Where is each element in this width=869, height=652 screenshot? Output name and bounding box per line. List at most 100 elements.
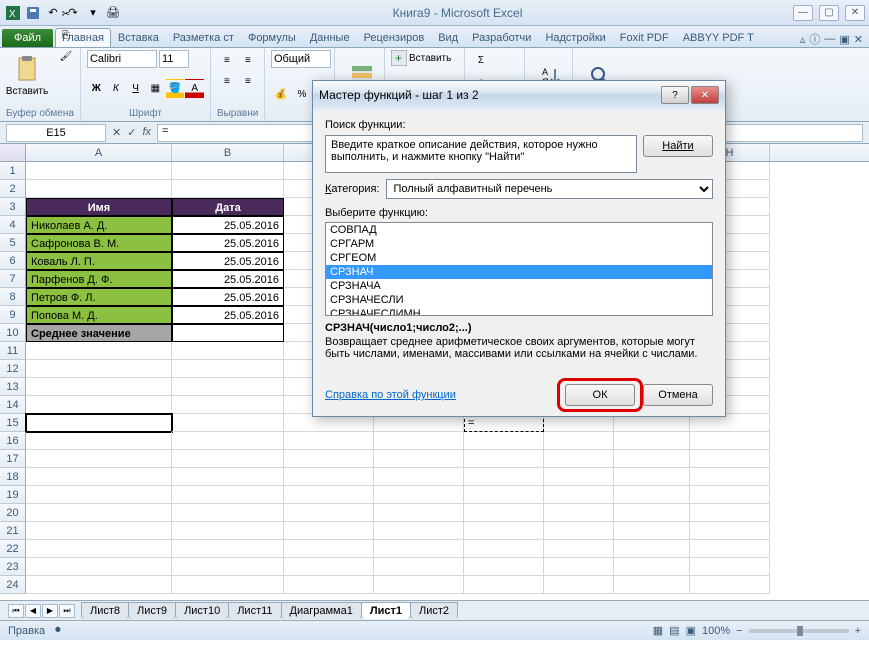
- cell[interactable]: 25.05.2016: [172, 216, 284, 234]
- minimize-button[interactable]: —: [793, 5, 813, 21]
- cell[interactable]: [614, 540, 690, 558]
- cell[interactable]: [690, 504, 770, 522]
- row-header-20[interactable]: 20: [0, 504, 26, 522]
- function-item[interactable]: СОВПАД: [326, 223, 712, 237]
- cell[interactable]: [26, 396, 172, 414]
- tab-вставка[interactable]: Вставка: [111, 28, 166, 47]
- dialog-titlebar[interactable]: Мастер функций - шаг 1 из 2 ? ✕: [313, 81, 725, 109]
- font-name-select[interactable]: [87, 50, 157, 68]
- cell[interactable]: Сафронова В. М.: [26, 234, 172, 252]
- dialog-help-button[interactable]: ?: [661, 86, 689, 104]
- view-pagebreak-icon[interactable]: ▣: [686, 624, 696, 637]
- font-size-select[interactable]: [159, 50, 189, 68]
- cancel-button[interactable]: Отмена: [643, 384, 713, 406]
- row-header-9[interactable]: 9: [0, 306, 26, 324]
- function-list[interactable]: СОВПАДСРГАРМСРГЕОМСРЗНАЧСРЗНАЧАСРЗНАЧЕСЛ…: [325, 222, 713, 316]
- cell[interactable]: [172, 180, 284, 198]
- cell[interactable]: [614, 522, 690, 540]
- row-header-3[interactable]: 3: [0, 198, 26, 216]
- row-header-16[interactable]: 16: [0, 432, 26, 450]
- category-select[interactable]: Полный алфавитный перечень: [386, 179, 714, 199]
- tab-разработчи[interactable]: Разработчи: [465, 28, 538, 47]
- cell[interactable]: [374, 468, 464, 486]
- format-painter-icon[interactable]: 🖌: [56, 46, 76, 66]
- tab-данные[interactable]: Данные: [303, 28, 357, 47]
- cell[interactable]: [26, 558, 172, 576]
- dialog-close-button[interactable]: ✕: [691, 86, 719, 104]
- cell[interactable]: [544, 522, 614, 540]
- cell[interactable]: [464, 432, 544, 450]
- cell[interactable]: 25.05.2016: [172, 306, 284, 324]
- cell[interactable]: [544, 450, 614, 468]
- tab-вид[interactable]: Вид: [431, 28, 465, 47]
- cell[interactable]: [26, 540, 172, 558]
- cell[interactable]: [544, 468, 614, 486]
- cell[interactable]: [284, 522, 374, 540]
- cell[interactable]: [26, 486, 172, 504]
- cell[interactable]: [172, 324, 284, 342]
- cell[interactable]: [614, 486, 690, 504]
- bold-button[interactable]: Ж: [87, 79, 106, 99]
- row-header-11[interactable]: 11: [0, 342, 26, 360]
- row-header-14[interactable]: 14: [0, 396, 26, 414]
- tab-abbyy pdf t[interactable]: ABBYY PDF T: [676, 28, 761, 47]
- cell[interactable]: Дата: [172, 198, 284, 216]
- function-item[interactable]: СРГЕОМ: [326, 251, 712, 265]
- cell[interactable]: [26, 450, 172, 468]
- cell[interactable]: [614, 558, 690, 576]
- cell[interactable]: [172, 162, 284, 180]
- help-icon[interactable]: ⓘ: [809, 31, 820, 47]
- tab-формулы[interactable]: Формулы: [241, 28, 303, 47]
- row-header-8[interactable]: 8: [0, 288, 26, 306]
- row-header-18[interactable]: 18: [0, 468, 26, 486]
- cell[interactable]: [690, 540, 770, 558]
- doc-restore-icon[interactable]: ▣: [839, 33, 849, 46]
- cell[interactable]: Петров Ф. Л.: [26, 288, 172, 306]
- function-item[interactable]: СРЗНАЧА: [326, 279, 712, 293]
- cell[interactable]: [284, 540, 374, 558]
- function-item[interactable]: СРЗНАЧ: [326, 265, 712, 279]
- cell[interactable]: [690, 468, 770, 486]
- cell[interactable]: [284, 558, 374, 576]
- sheet-tab-Лист11[interactable]: Лист11: [228, 602, 281, 619]
- cell[interactable]: [464, 486, 544, 504]
- cell[interactable]: [172, 486, 284, 504]
- macro-record-icon[interactable]: ⏺: [55, 624, 61, 637]
- cell[interactable]: [26, 522, 172, 540]
- cell[interactable]: [374, 450, 464, 468]
- cell[interactable]: [374, 522, 464, 540]
- percent-icon[interactable]: %: [292, 84, 312, 104]
- qat-more-icon[interactable]: ▾: [84, 4, 102, 22]
- cell[interactable]: 25.05.2016: [172, 234, 284, 252]
- cell[interactable]: [26, 378, 172, 396]
- row-header-24[interactable]: 24: [0, 576, 26, 594]
- col-header-A[interactable]: A: [26, 144, 172, 161]
- cut-icon[interactable]: ✂: [56, 4, 76, 24]
- cell[interactable]: [284, 486, 374, 504]
- cell[interactable]: Николаев А. Д.: [26, 216, 172, 234]
- number-format-select[interactable]: [271, 50, 331, 68]
- cell[interactable]: [26, 162, 172, 180]
- print-preview-icon[interactable]: 🖨: [104, 4, 122, 22]
- fill-color-button[interactable]: 🪣: [166, 79, 185, 99]
- function-item[interactable]: СРЗНАЧЕСЛИМН: [326, 307, 712, 316]
- view-normal-icon[interactable]: ▦: [653, 624, 663, 637]
- cell[interactable]: [374, 432, 464, 450]
- row-header-21[interactable]: 21: [0, 522, 26, 540]
- cell[interactable]: 25.05.2016: [172, 288, 284, 306]
- sheet-tab-Лист1[interactable]: Лист1: [361, 602, 411, 619]
- row-header-12[interactable]: 12: [0, 360, 26, 378]
- tab-надстройки[interactable]: Надстройки: [538, 28, 612, 47]
- cell[interactable]: Коваль Л. П.: [26, 252, 172, 270]
- cell[interactable]: [284, 504, 374, 522]
- row-header-19[interactable]: 19: [0, 486, 26, 504]
- cancel-formula-icon[interactable]: ✕: [112, 126, 121, 139]
- cell[interactable]: Попова М. Д.: [26, 306, 172, 324]
- cell[interactable]: [26, 180, 172, 198]
- zoom-in-button[interactable]: +: [855, 625, 861, 637]
- cell[interactable]: [172, 450, 284, 468]
- font-color-button[interactable]: A: [185, 79, 204, 99]
- cell[interactable]: [544, 576, 614, 594]
- row-header-13[interactable]: 13: [0, 378, 26, 396]
- tab-рецензиров[interactable]: Рецензиров: [357, 28, 432, 47]
